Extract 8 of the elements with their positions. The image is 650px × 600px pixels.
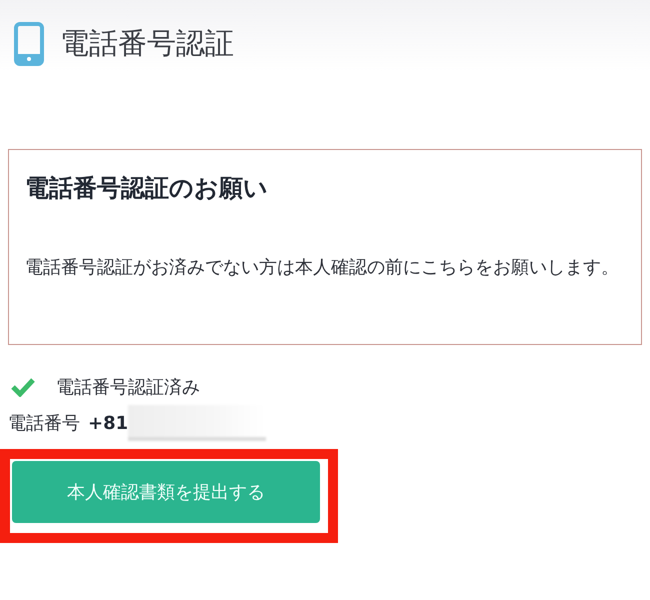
- phone-number: +81: [88, 412, 128, 434]
- page-title: 電話番号認証: [60, 25, 234, 62]
- notice-heading: 電話番号認証のお願い: [25, 173, 269, 204]
- smartphone-icon: [14, 22, 44, 66]
- phone-label: 電話番号: [8, 412, 80, 435]
- status-label: 電話番号認証済み: [56, 376, 200, 399]
- notice-text: 電話番号認証がお済みでない方は本人確認の前にこちらをお願いします。: [25, 256, 620, 280]
- submit-documents-button[interactable]: 本人確認書類を提出する: [12, 461, 320, 523]
